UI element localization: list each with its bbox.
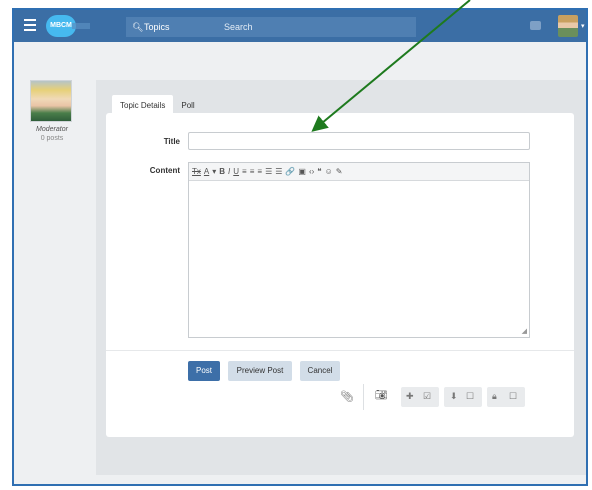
app-window: MBCM 🔍︎ Topics ▾ ▾ Moderator 0 posts Top… xyxy=(12,8,588,486)
chevron-down-icon[interactable]: ▾ xyxy=(581,22,585,30)
search-input[interactable] xyxy=(216,17,416,37)
font-color-icon[interactable]: A xyxy=(204,163,209,181)
checkbox-empty-icon[interactable]: ☐ xyxy=(509,391,517,402)
sticky-option-group: ✚ ☑ xyxy=(401,387,439,407)
emoji-icon[interactable]: ☺ xyxy=(325,163,333,181)
chat-icon[interactable] xyxy=(530,21,541,30)
resize-handle-icon[interactable]: ◢ xyxy=(522,327,527,335)
form-divider xyxy=(106,350,574,351)
checkbox-checked-icon[interactable]: ☑ xyxy=(423,391,431,402)
italic-icon[interactable]: I xyxy=(228,163,230,181)
align-left-icon[interactable]: ≡ xyxy=(242,163,247,181)
attachment-icon[interactable]: 📎︎ xyxy=(340,390,354,403)
logo-decoration xyxy=(72,23,90,29)
cancel-button[interactable]: Cancel xyxy=(300,361,340,381)
checkbox-empty-icon[interactable]: ☐ xyxy=(466,391,474,402)
ordered-list-icon[interactable]: ☰ xyxy=(265,163,272,181)
align-right-icon[interactable]: ≡ xyxy=(257,163,262,181)
underline-icon[interactable]: U xyxy=(233,163,239,181)
search-icon: 🔍︎ xyxy=(132,22,144,32)
move-icon[interactable]: ✚ xyxy=(406,391,414,402)
pin-icon[interactable]: ⬇ xyxy=(450,391,458,402)
topics-dropdown-label: Topics xyxy=(144,22,170,32)
content-editor[interactable]: Tx A ▾ B I U ≡ ≡ ≡ ☰ ☰ 🔗 ▣ ‹› ❝ ☺ ✎ ◢ xyxy=(188,162,530,338)
lock-option-group: 🔒︎ ☐ xyxy=(487,387,525,407)
editor-toolbar: Tx A ▾ B I U ≡ ≡ ≡ ☰ ☰ 🔗 ▣ ‹› ❝ ☺ ✎ xyxy=(189,163,529,181)
lock-icon[interactable]: 🔒︎ xyxy=(492,391,497,402)
code-icon[interactable]: ‹› xyxy=(309,163,314,181)
clear-format-icon[interactable]: Tx xyxy=(192,163,201,181)
quote-icon[interactable]: ❝ xyxy=(317,163,321,181)
chevron-down-icon[interactable]: ▾ xyxy=(212,163,216,181)
align-center-icon[interactable]: ≡ xyxy=(250,163,255,181)
author-post-count: 0 posts xyxy=(40,135,64,142)
pin-option-group: ⬇ ☐ xyxy=(444,387,482,407)
link-icon[interactable]: 🔗 xyxy=(285,163,295,181)
content-label: Content xyxy=(149,166,180,175)
camera-icon[interactable]: 📷︎ xyxy=(375,390,388,401)
hamburger-menu-icon[interactable] xyxy=(24,19,36,31)
author-role: Moderator xyxy=(36,126,68,133)
author-avatar xyxy=(30,80,72,122)
preview-post-button[interactable]: Preview Post xyxy=(228,361,292,381)
post-button[interactable]: Post xyxy=(188,361,220,381)
user-avatar[interactable] xyxy=(558,15,578,37)
topics-dropdown[interactable]: 🔍︎ Topics ▾ xyxy=(126,17,232,37)
bold-icon[interactable]: B xyxy=(219,163,225,181)
unordered-list-icon[interactable]: ☰ xyxy=(275,163,282,181)
spellcheck-icon[interactable]: ✎ xyxy=(336,163,343,181)
top-navigation-bar: MBCM 🔍︎ Topics ▾ ▾ xyxy=(14,10,586,42)
toolbar-separator xyxy=(363,384,364,410)
image-icon[interactable]: ▣ xyxy=(298,163,306,181)
title-input[interactable] xyxy=(188,132,530,150)
title-label: Title xyxy=(163,137,180,146)
